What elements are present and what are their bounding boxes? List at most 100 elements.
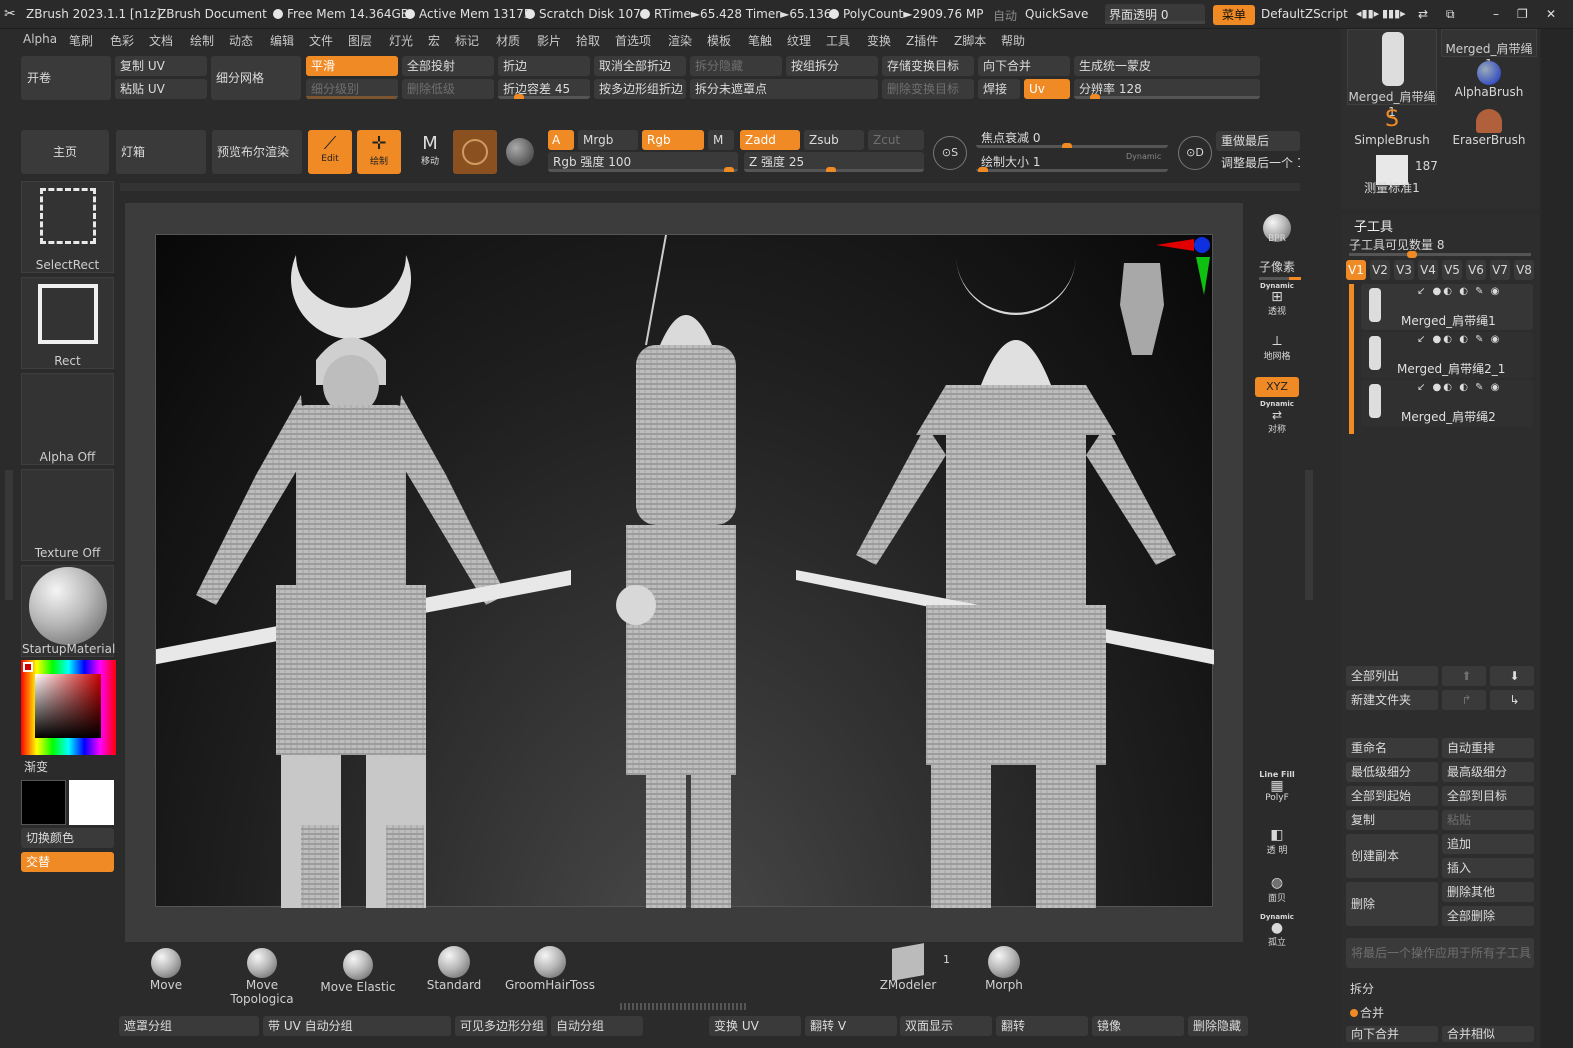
- subtool-visibility-icon[interactable]: ↙ ●◐ ◐ ✎ ◉: [1417, 286, 1501, 297]
- bottom-button-4[interactable]: 变换 UV: [709, 1016, 801, 1036]
- close-icon[interactable]: ✕: [1546, 7, 1556, 21]
- lowest-subdiv-button[interactable]: 最低级细分: [1346, 762, 1438, 782]
- bottom-button-7[interactable]: 翻转: [996, 1016, 1088, 1036]
- focal-shift-icon[interactable]: ⊙S: [933, 136, 967, 170]
- subdiv-level-slider[interactable]: 细分级别: [306, 79, 398, 99]
- move-down-button[interactable]: ⬇: [1490, 666, 1534, 686]
- tool-thumb-2[interactable]: Merged_肩带绳1: [1441, 29, 1537, 71]
- lightbox-button[interactable]: 灯箱: [116, 130, 206, 174]
- paste-uv-button[interactable]: 粘贴 UV: [115, 79, 207, 99]
- subdivide-mesh-button[interactable]: 细分网格: [211, 56, 301, 100]
- delete-lower-button[interactable]: 删除低级: [402, 79, 494, 99]
- menu-item-12[interactable]: 材质: [496, 32, 520, 49]
- draw-mode-button[interactable]: ✛ 绘制: [357, 130, 401, 174]
- floor-grid-button[interactable]: ⟂ 地网格: [1255, 333, 1299, 362]
- menu-item-16[interactable]: 渲染: [668, 32, 692, 49]
- solo-button[interactable]: Dynamic ● 孤立: [1255, 913, 1299, 948]
- zsub-toggle[interactable]: Zsub: [804, 130, 864, 150]
- delete-all-button[interactable]: 全部删除: [1442, 906, 1534, 926]
- secondary-color-swatch[interactable]: [69, 780, 114, 825]
- symmetry-button[interactable]: Dynamic ⇄ 对称: [1255, 400, 1299, 435]
- unified-skin-button[interactable]: 生成统一蒙皮: [1074, 56, 1260, 76]
- menu-item-5[interactable]: 动态: [229, 32, 253, 49]
- menu-item-21[interactable]: 变换: [867, 32, 891, 49]
- append-button[interactable]: 追加: [1442, 834, 1534, 854]
- menu-item-18[interactable]: 笔触: [748, 32, 772, 49]
- brush-standard[interactable]: Standard: [408, 946, 500, 992]
- bottom-button-5[interactable]: 翻转 V: [805, 1016, 897, 1036]
- version-tab-v3[interactable]: V3: [1394, 260, 1414, 280]
- alphabrush-thumb[interactable]: AlphaBrush: [1441, 59, 1537, 103]
- bottom-button-6[interactable]: 双面显示: [900, 1016, 992, 1036]
- version-tab-v2[interactable]: V2: [1370, 260, 1390, 280]
- subtool-scrollbar[interactable]: [1349, 284, 1354, 434]
- rename-button[interactable]: 重命名: [1346, 738, 1438, 758]
- menu-item-13[interactable]: 影片: [537, 32, 561, 49]
- resolution-slider[interactable]: 分辨率 128: [1074, 79, 1260, 99]
- split-unmasked-button[interactable]: 拆分未遮罩点: [690, 79, 878, 99]
- brush-groomhairtoss[interactable]: GroomHairToss: [502, 946, 598, 992]
- rect-stroke[interactable]: Rect: [21, 277, 114, 369]
- menu-item-24[interactable]: 帮助: [1001, 32, 1025, 49]
- perspective-button[interactable]: Dynamic ⊞ 透视: [1255, 282, 1299, 317]
- project-all-button[interactable]: 全部投射: [402, 56, 494, 76]
- all-to-start-button[interactable]: 全部到起始: [1346, 786, 1438, 806]
- right-scrollbar[interactable]: [1541, 29, 1573, 1048]
- texture-off-button[interactable]: Texture Off: [21, 469, 114, 561]
- uv-toggle[interactable]: Uv: [1024, 79, 1070, 99]
- switch-color-button[interactable]: 切换颜色: [21, 828, 114, 848]
- menu-item-20[interactable]: 工具: [826, 32, 850, 49]
- bottom-button-0[interactable]: 遮罩分组: [119, 1016, 259, 1036]
- main-color-swatch[interactable]: [21, 780, 66, 825]
- transparency-slider[interactable]: 界面透明 0: [1105, 4, 1205, 24]
- bottom-button-3[interactable]: 自动分组: [551, 1016, 643, 1036]
- brush-move-topological[interactable]: Move Topologica: [214, 948, 310, 1006]
- crease-pg-button[interactable]: 按多边形组折边: [594, 79, 686, 99]
- subpixel-slider[interactable]: 子像素: [1255, 258, 1301, 280]
- duplicate-button[interactable]: 复制: [1346, 810, 1438, 830]
- groups-split-button[interactable]: 按组拆分: [786, 56, 878, 76]
- new-folder-button[interactable]: 新建文件夹: [1346, 690, 1438, 710]
- split-hidden-button[interactable]: 拆分隐藏: [690, 56, 782, 76]
- menu-item-17[interactable]: 模板: [707, 32, 731, 49]
- uncrease-all-button[interactable]: 取消全部折边: [594, 56, 686, 76]
- crease-tolerance-slider[interactable]: 折边容差 45: [498, 79, 590, 99]
- quicksave-button[interactable]: QuickSave: [1025, 7, 1088, 21]
- smooth-toggle[interactable]: 平滑: [306, 56, 398, 76]
- version-tab-v5[interactable]: V5: [1442, 260, 1462, 280]
- menu-item-4[interactable]: 绘制: [190, 32, 214, 49]
- menu-item-6[interactable]: 编辑: [270, 32, 294, 49]
- redo-last-button[interactable]: 重做最后: [1216, 131, 1300, 151]
- copy-uv-button[interactable]: 复制 UV: [115, 56, 207, 76]
- subtool-visibility-icon[interactable]: ↙ ●◐ ◐ ✎ ◉: [1417, 334, 1501, 345]
- merge-section[interactable]: 合并: [1350, 1004, 1384, 1021]
- highest-subdiv-button[interactable]: 最高级细分: [1442, 762, 1534, 782]
- delete-button[interactable]: 删除: [1346, 882, 1438, 926]
- version-tab-v1[interactable]: V1: [1346, 260, 1366, 280]
- home-button[interactable]: 主页: [21, 130, 109, 174]
- menu-item-15[interactable]: 首选项: [615, 32, 651, 49]
- menu-item-7[interactable]: 文件: [309, 32, 333, 49]
- draw-size-dynamic-icon[interactable]: ⊙D: [1178, 136, 1212, 170]
- list-all-button[interactable]: 全部列出: [1346, 666, 1438, 686]
- xyz-toggle[interactable]: XYZ: [1255, 377, 1299, 397]
- menu-item-3[interactable]: 文档: [149, 32, 173, 49]
- menu-item-9[interactable]: 灯光: [389, 32, 413, 49]
- crease-button[interactable]: 折边: [498, 56, 590, 76]
- simplebrush-thumb[interactable]: S SimpleBrush: [1347, 107, 1437, 151]
- rotate-mode-button[interactable]: [506, 138, 534, 166]
- material-button[interactable]: StartupMaterial: [21, 565, 115, 657]
- insert-button[interactable]: 插入: [1442, 858, 1534, 878]
- linefill-button[interactable]: Line Fill ▦ PolyF: [1255, 770, 1299, 803]
- color-square[interactable]: [35, 674, 101, 738]
- a-toggle[interactable]: A: [548, 130, 574, 150]
- menu-item-14[interactable]: 拾取: [576, 32, 600, 49]
- menu-item-2[interactable]: 色彩: [110, 32, 134, 49]
- minimize-icon[interactable]: –: [1493, 7, 1499, 21]
- move-up-button[interactable]: ⬆: [1442, 666, 1486, 686]
- merge-down-button[interactable]: 向下合并: [978, 56, 1070, 76]
- merge-similar-button[interactable]: 合并相似: [1442, 1026, 1534, 1042]
- weld-button[interactable]: 焊接: [978, 79, 1020, 99]
- brush-zmodeler[interactable]: ZModeler: [862, 943, 954, 992]
- edit-mode-button[interactable]: ⟋ Edit: [308, 130, 352, 174]
